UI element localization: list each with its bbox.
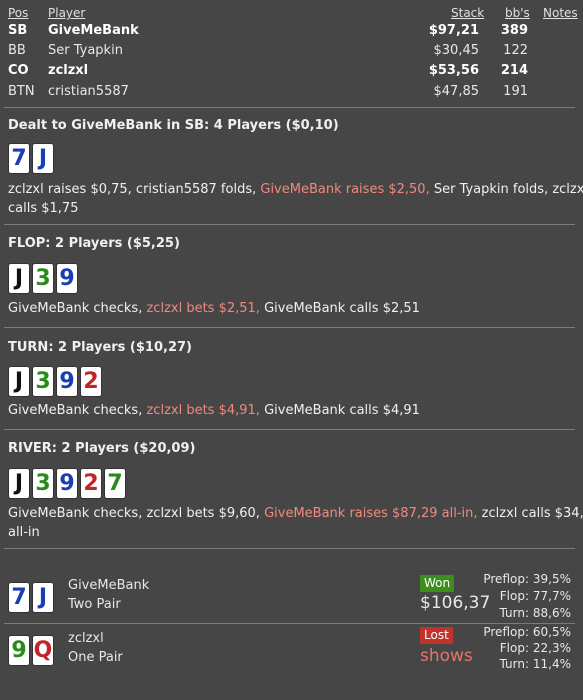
player-bbs: 191 bbox=[503, 84, 528, 99]
stat-value: 11,4% bbox=[532, 657, 571, 671]
player-pos: BB bbox=[8, 43, 26, 58]
result-hand: One Pair bbox=[68, 650, 123, 665]
card: 3 bbox=[33, 469, 53, 498]
stat-label: Flop: bbox=[499, 641, 529, 655]
hero-action: GiveMeBank raises $2,50, bbox=[260, 182, 430, 197]
stat-label: Turn: bbox=[499, 657, 529, 671]
player-stack: $53,56 bbox=[428, 63, 479, 78]
divider bbox=[4, 224, 575, 225]
stat-label: Preflop: bbox=[483, 572, 529, 586]
card: 9 bbox=[57, 367, 77, 396]
header-notes: Notes bbox=[543, 6, 578, 20]
player-stack: $97,21 bbox=[428, 23, 479, 38]
preflop-actions: zclzxl raises $0,75, cristian5587 folds,… bbox=[8, 180, 583, 199]
card: 2 bbox=[81, 367, 101, 396]
player-name: zclzxl bbox=[48, 63, 89, 78]
stat-value: 60,5% bbox=[532, 625, 571, 639]
flop-title: FLOP: 2 Players ($5,25) bbox=[8, 236, 180, 251]
divider bbox=[4, 548, 575, 549]
stat-value: 88,6% bbox=[532, 606, 571, 620]
player-bbs: 122 bbox=[503, 43, 528, 58]
player-pos: BTN bbox=[8, 84, 35, 99]
player-bbs: 389 bbox=[500, 23, 528, 38]
card: 3 bbox=[33, 264, 53, 293]
divider bbox=[4, 623, 575, 624]
action-text: GiveMeBank calls $2,51 bbox=[259, 301, 420, 316]
player-name: Ser Tyapkin bbox=[48, 43, 123, 58]
card: J bbox=[9, 264, 29, 293]
header-stack: Stack bbox=[451, 6, 485, 20]
player-name: GiveMeBank bbox=[48, 23, 139, 38]
action-text: zclzxl calls $34,04 bbox=[481, 506, 583, 521]
river-title: RIVER: 2 Players ($20,09) bbox=[8, 441, 196, 456]
divider bbox=[4, 429, 575, 430]
action-text: GiveMeBank calls $4,91 bbox=[259, 403, 420, 418]
card: 3 bbox=[33, 367, 53, 396]
player-pos: CO bbox=[8, 63, 29, 78]
card: 9 bbox=[9, 636, 29, 665]
action-text: Ser Tyapkin folds, zclzxl bbox=[429, 182, 583, 197]
card: J bbox=[33, 583, 53, 612]
card: 2 bbox=[81, 469, 101, 498]
action-text: zclzxl raises $0,75, cristian5587 folds, bbox=[8, 182, 261, 197]
preflop-title: Dealt to GiveMeBank in SB: 4 Players ($0… bbox=[8, 118, 339, 133]
player-bbs: 214 bbox=[500, 63, 528, 78]
player-name: cristian5587 bbox=[48, 84, 129, 99]
action-text: GiveMeBank checks, zclzxl bets $9,60, bbox=[8, 506, 265, 521]
result-hand: Two Pair bbox=[68, 597, 121, 612]
result-player-name: zclzxl bbox=[68, 631, 104, 646]
stat-label: Turn: bbox=[499, 606, 529, 620]
card: 9 bbox=[57, 264, 77, 293]
header-player: Player bbox=[48, 6, 86, 20]
player-stack: $30,45 bbox=[433, 43, 480, 58]
card: J bbox=[9, 367, 29, 396]
stat-label: Preflop: bbox=[483, 625, 529, 639]
card: J bbox=[33, 144, 53, 173]
card: 7 bbox=[105, 469, 125, 498]
card: 9 bbox=[57, 469, 77, 498]
river-actions: GiveMeBank checks, zclzxl bets $9,60, Gi… bbox=[8, 504, 583, 523]
card: Q bbox=[33, 636, 53, 665]
won-badge: Won bbox=[420, 575, 455, 592]
hero-action: GiveMeBank raises $87,29 all-in, bbox=[264, 506, 478, 521]
shows-label: shows bbox=[420, 646, 473, 666]
card: J bbox=[9, 469, 29, 498]
card: 7 bbox=[9, 583, 29, 612]
result-player-name: GiveMeBank bbox=[68, 578, 150, 593]
player-pos: SB bbox=[8, 23, 28, 38]
stat-label: Flop: bbox=[499, 589, 529, 603]
card: 7 bbox=[9, 144, 29, 173]
preflop-actions-line2: calls $1,75 bbox=[8, 201, 79, 216]
turn-actions: GiveMeBank checks, zclzxl bets $4,91, Gi… bbox=[8, 401, 420, 420]
stat-value: 22,3% bbox=[532, 641, 571, 655]
header-bbs: bb's bbox=[505, 6, 530, 20]
lost-badge: Lost bbox=[420, 627, 453, 644]
divider bbox=[4, 327, 575, 328]
turn-title: TURN: 2 Players ($10,27) bbox=[8, 340, 192, 355]
stat-value: 39,5% bbox=[532, 572, 571, 586]
stat-value: 77,7% bbox=[532, 589, 571, 603]
action-text: GiveMeBank checks, bbox=[8, 301, 147, 316]
river-actions-line2: all-in bbox=[8, 525, 40, 540]
action-text: GiveMeBank checks, bbox=[8, 403, 147, 418]
villain-action: zclzxl bets $4,91, bbox=[146, 403, 260, 418]
flop-actions: GiveMeBank checks, zclzxl bets $2,51, Gi… bbox=[8, 299, 420, 318]
header-pos: Pos bbox=[8, 6, 29, 20]
villain-action: zclzxl bets $2,51, bbox=[146, 301, 260, 316]
player-stack: $47,85 bbox=[433, 84, 480, 99]
divider bbox=[4, 107, 575, 108]
